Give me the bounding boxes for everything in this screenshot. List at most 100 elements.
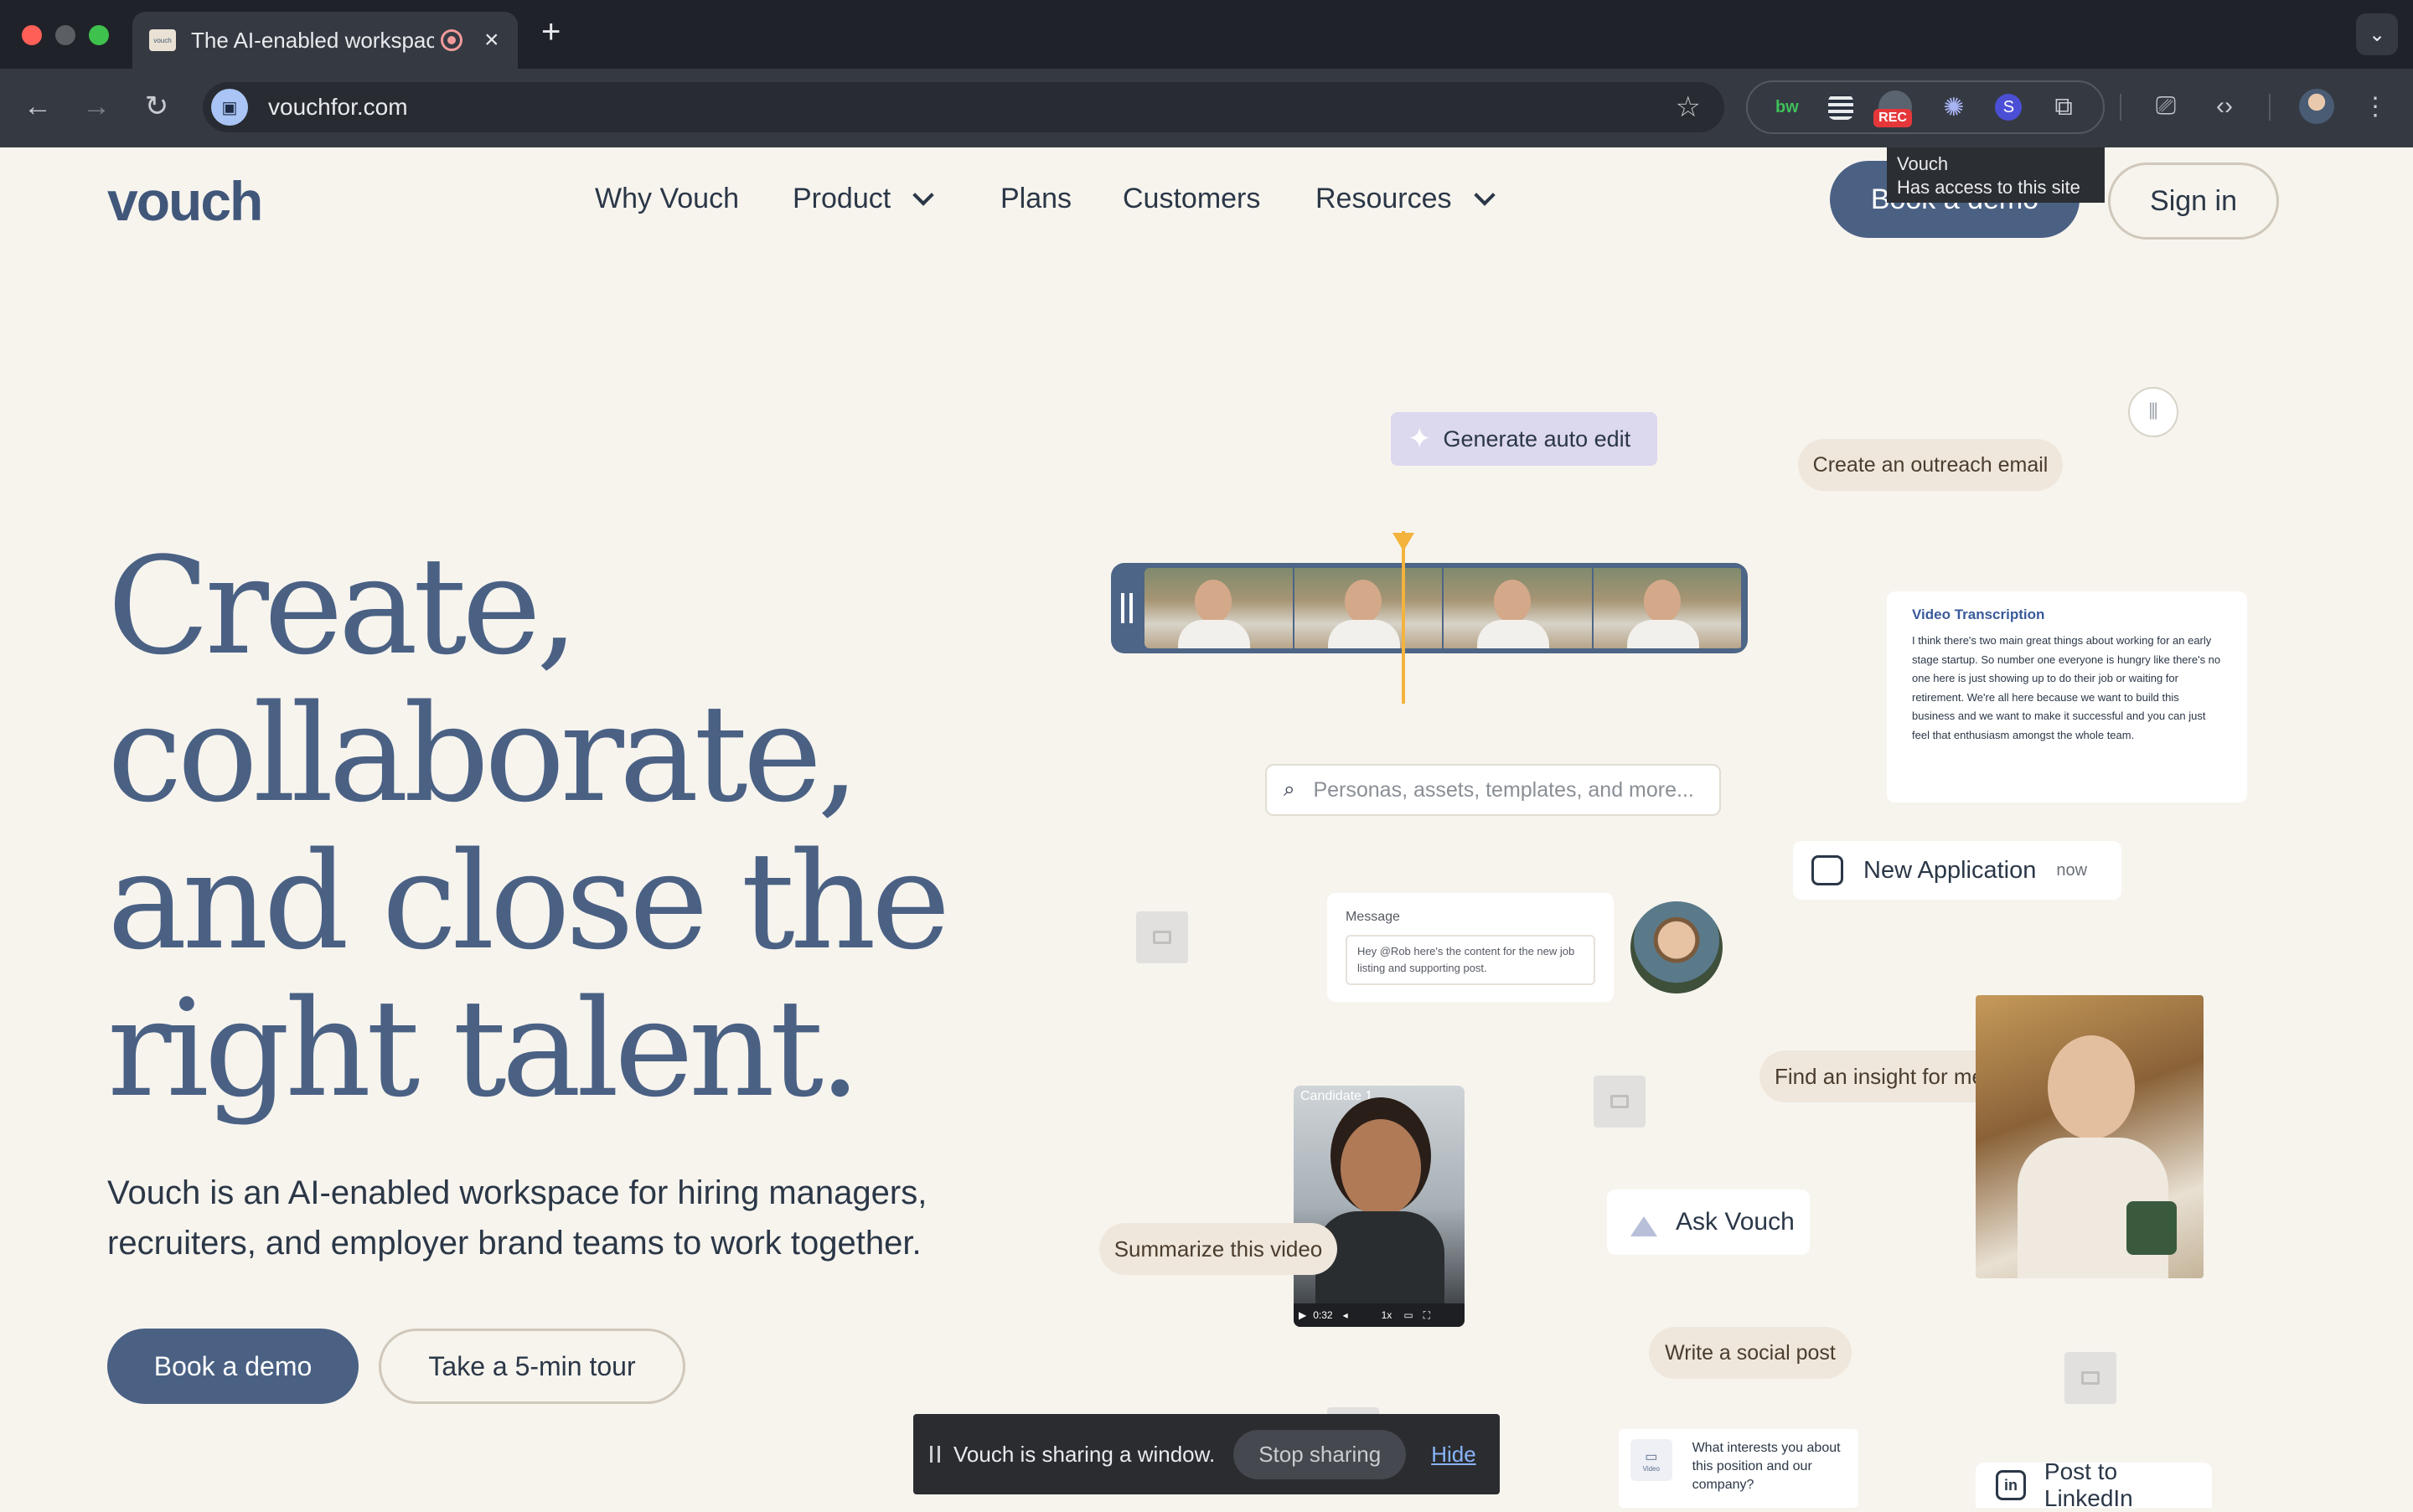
nav-resources[interactable]: Resources — [1315, 183, 1496, 215]
video-controls[interactable]: ▶ 0:32 ◂ 1x ▭ ⛶ — [1294, 1303, 1465, 1327]
browser-menu-icon[interactable]: ⋮ — [2354, 85, 2396, 127]
extensions-group: bw REC ✺ S ⧉ — [1746, 80, 2105, 134]
nav-why-vouch[interactable]: Why Vouch — [595, 183, 739, 215]
maximize-window-button[interactable] — [89, 25, 109, 45]
write-social-post-label: Write a social post — [1665, 1340, 1836, 1365]
hero-line: and close the — [107, 823, 951, 979]
vouch-triangle-icon — [1630, 1216, 1657, 1236]
timeline-handle-icon[interactable] — [1121, 593, 1133, 623]
search-placeholder: Personas, assets, templates, and more... — [1313, 777, 1694, 802]
sign-in-button[interactable]: Sign in — [2108, 163, 2279, 240]
hero-line: right talent. — [107, 970, 861, 1127]
message-text: Hey @Rob here's the content for the new … — [1346, 935, 1595, 985]
post-linkedin-button[interactable]: in Post to LinkedIn — [1976, 1458, 2212, 1511]
loader-extension-icon[interactable]: ✺ — [1937, 90, 1971, 124]
sign-in-label: Sign in — [2150, 184, 2237, 217]
candidate-video-card[interactable]: Candidate 1 ▶ 0:32 ◂ 1x ▭ ⛶ — [1294, 1086, 1465, 1327]
volume-icon[interactable]: ◂ — [1343, 1309, 1348, 1321]
summarize-video-label: Summarize this video — [1113, 1236, 1323, 1262]
search-icon: ⌕ — [1284, 778, 1295, 801]
share-status-text: Vouch is sharing a window. — [953, 1441, 1216, 1467]
generate-auto-edit-label: Generate auto edit — [1443, 426, 1631, 452]
drag-handle-icon[interactable] — [930, 1446, 940, 1463]
take-tour-button[interactable]: Take a 5-min tour — [379, 1329, 685, 1404]
back-icon[interactable]: ← — [17, 85, 59, 127]
nav-label: Resources — [1315, 183, 1452, 214]
image-placeholder-icon — [1594, 1076, 1646, 1128]
hide-share-bar-link[interactable]: Hide — [1431, 1442, 1475, 1468]
tab-title: The AI-enabled workspace — [191, 27, 434, 53]
nav-product[interactable]: Product — [793, 183, 934, 215]
captions-icon[interactable]: ▭ — [1403, 1309, 1413, 1321]
video-frame — [1444, 568, 1594, 648]
recording-icon — [441, 29, 462, 51]
new-application-time: now — [2056, 860, 2088, 880]
vouch-logo[interactable]: vouch — [107, 169, 263, 233]
playhead-marker-icon[interactable] — [1393, 533, 1414, 551]
stop-sharing-button[interactable]: Stop sharing — [1233, 1429, 1407, 1479]
profile-avatar[interactable] — [2299, 89, 2334, 124]
rec-badge: REC — [1873, 109, 1912, 127]
tab-search-icon[interactable]: ⌄ — [2356, 13, 2398, 55]
new-application-notification[interactable]: New Application now — [1793, 841, 2121, 900]
tooltip-title: Vouch — [1897, 153, 1949, 174]
generate-auto-edit-chip[interactable]: ✦ Generate auto edit — [1391, 412, 1657, 466]
search-box[interactable]: ⌕ Personas, assets, templates, and more.… — [1265, 764, 1721, 816]
vouch-extension-icon[interactable]: REC — [1873, 90, 1913, 127]
devtools-icon[interactable]: ‹› — [2204, 85, 2245, 127]
video-timeline[interactable] — [1111, 563, 1748, 653]
url-text: vouchfor.com — [268, 94, 408, 120]
nav-label: Plans — [1000, 183, 1072, 214]
timeline-frames — [1144, 568, 1743, 648]
linkedin-icon: in — [1996, 1470, 2026, 1500]
write-social-post-chip[interactable]: Write a social post — [1649, 1327, 1852, 1379]
close-window-button[interactable] — [22, 25, 42, 45]
grid-extension-icon[interactable] — [1828, 95, 1854, 120]
bookmark-star-icon[interactable]: ☆ — [1676, 90, 1701, 124]
create-outreach-email-chip[interactable]: Create an outreach email — [1798, 439, 2063, 491]
nav-plans[interactable]: Plans — [1000, 183, 1072, 215]
extensions-puzzle-icon[interactable]: ⧉ — [2047, 90, 2080, 124]
new-tab-icon[interactable]: + — [541, 13, 561, 51]
active-tab[interactable]: vouch The AI-enabled workspace × — [132, 12, 518, 69]
cast-icon[interactable]: ⎚ — [2145, 85, 2187, 127]
candidate-woman-photo — [1976, 995, 2204, 1278]
transcription-title: Video Transcription — [1912, 606, 2045, 622]
play-icon[interactable]: ▶ — [1299, 1309, 1306, 1321]
transcription-text[interactable]: I think there's two main great things ab… — [1912, 632, 2222, 745]
sparkle-icon: ✦ — [1408, 423, 1432, 455]
forward-icon[interactable]: → — [75, 85, 117, 127]
candidate-label: Candidate 1 — [1300, 1089, 1373, 1103]
question-text: What interests you about this position a… — [1692, 1441, 1841, 1492]
nav-label: Customers — [1123, 183, 1261, 214]
image-placeholder-icon — [1136, 911, 1188, 963]
fullscreen-icon[interactable]: ⛶ — [1424, 1309, 1430, 1322]
playhead[interactable] — [1402, 531, 1405, 704]
nav-customers[interactable]: Customers — [1123, 183, 1260, 215]
s-extension-icon[interactable]: S — [1995, 94, 2023, 121]
close-tab-icon[interactable]: × — [484, 26, 499, 54]
tooltip-subtitle: Has access to this site — [1897, 177, 2080, 198]
summarize-video-chip[interactable]: Summarize this video — [1099, 1223, 1337, 1275]
message-label: Message — [1346, 910, 1400, 924]
find-insight-label: Find an insight for me — [1774, 1063, 1984, 1089]
bitwarden-extension-icon[interactable]: bw — [1770, 90, 1804, 124]
tab-favicon: vouch — [149, 29, 176, 51]
message-card: Message Hey @Rob here's the content for … — [1327, 893, 1614, 1002]
playback-speed[interactable]: 1x — [1382, 1309, 1393, 1321]
chevron-down-icon — [1473, 183, 1496, 206]
site-info-icon[interactable]: ▣ — [211, 89, 248, 126]
hero-book-demo-button[interactable]: Book a demo — [107, 1329, 359, 1404]
address-bar[interactable]: ▣ vouchfor.com ☆ — [203, 82, 1724, 132]
minimize-window-button[interactable] — [55, 25, 75, 45]
new-application-label: New Application — [1863, 856, 2037, 884]
question-card: ▭ Video What interests you about this po… — [1619, 1429, 1858, 1508]
image-placeholder-icon — [2064, 1352, 2116, 1404]
toolbar-divider — [2269, 94, 2271, 121]
reload-icon[interactable]: ↻ — [136, 85, 178, 127]
video-frame — [1593, 568, 1743, 648]
ask-vouch-button[interactable]: Ask Vouch — [1607, 1189, 1810, 1255]
find-insight-chip[interactable]: Find an insight for me — [1759, 1050, 1999, 1102]
audio-wave-icon: ⦀ — [2128, 387, 2178, 437]
post-linkedin-label: Post to LinkedIn — [2044, 1458, 2133, 1511]
